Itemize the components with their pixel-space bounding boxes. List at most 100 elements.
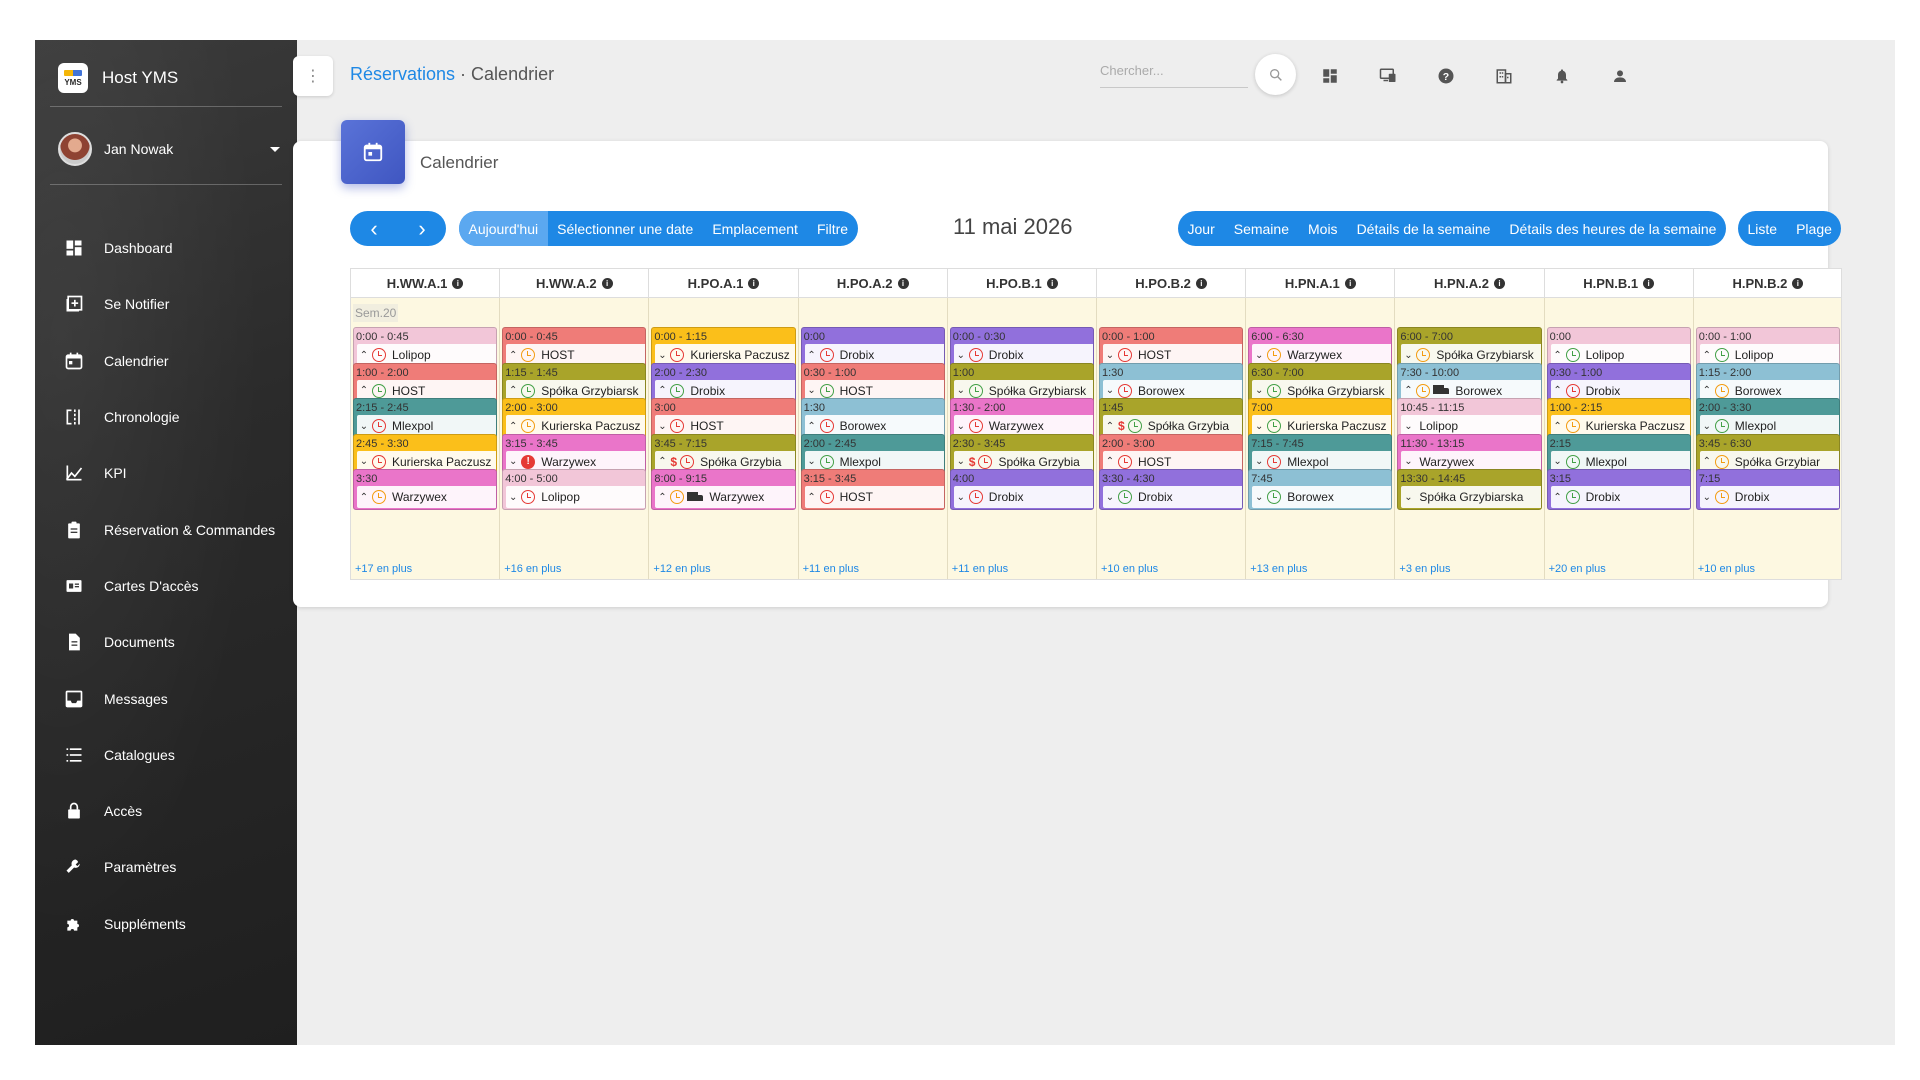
reservation-event[interactable]: 0:00 - 1:00 ⌃ Lolipop	[1695, 327, 1840, 368]
reservation-event[interactable]: 0:00 - 1:15 ⌄ Kurierska Paczusz	[651, 327, 796, 368]
prev-button[interactable]: ‹	[350, 211, 398, 246]
notifications-button[interactable]	[1548, 62, 1576, 90]
sidebar-item-clipboard[interactable]: Réservation & Commandes	[35, 501, 297, 557]
chevron-down-icon[interactable]: ⌄	[1553, 456, 1563, 467]
sidebar-item-inbox[interactable]: Messages	[35, 670, 297, 726]
reservation-event[interactable]: 7:15 ⌄ Drobix	[1695, 469, 1840, 510]
info-icon[interactable]: i	[452, 278, 464, 289]
chevron-down-icon[interactable]: ⌄	[657, 421, 667, 432]
reservation-event[interactable]: 2:15 - 2:45 ⌄ Mlexpol	[353, 398, 498, 439]
column-header[interactable]: H.PN.B.1 i	[1545, 269, 1694, 298]
more-events-link[interactable]: +10 en plus	[1101, 563, 1158, 575]
chevron-up-icon[interactable]: ⌃	[508, 350, 518, 361]
reservation-event[interactable]: 7:45 ⌄ Borowex	[1248, 469, 1393, 510]
chevron-up-icon[interactable]: ⌃	[807, 421, 817, 432]
chevron-down-icon[interactable]: ⌄	[657, 350, 667, 361]
column-header[interactable]: H.WW.A.2 i	[500, 269, 650, 298]
chevron-down-icon[interactable]: ⌄	[1254, 456, 1264, 467]
chevron-down-icon[interactable]: ⌄	[1403, 350, 1413, 361]
column-header[interactable]: H.PO.A.2 i	[799, 269, 948, 298]
mois-button[interactable]: Mois	[1299, 211, 1348, 246]
chevron-up-icon[interactable]: ⌃	[1702, 456, 1712, 467]
chevron-up-icon[interactable]: ⌃	[1553, 492, 1563, 503]
reservation-event[interactable]: 3:15 - 3:45 ⌃ HOST	[800, 469, 945, 510]
chevron-up-icon[interactable]: ⌃	[508, 421, 518, 432]
column-header[interactable]: H.PN.A.1 i	[1246, 269, 1396, 298]
info-icon[interactable]: i	[1195, 278, 1207, 289]
emplacement-button[interactable]: Emplacement	[703, 211, 808, 246]
aujourd-hui-button[interactable]: Aujourd'hui	[459, 211, 548, 246]
chevron-down-icon[interactable]: ⌄	[956, 421, 966, 432]
profile-button[interactable]	[1606, 62, 1634, 90]
search-button[interactable]	[1255, 54, 1296, 95]
reservation-event[interactable]: 0:00 - 0:30 ⌄ Drobix	[949, 327, 1094, 368]
sidebar-item-add-box[interactable]: Se Notifier	[35, 276, 297, 332]
chevron-up-icon[interactable]: ⌃	[1105, 421, 1115, 432]
dashboard-button[interactable]	[1316, 62, 1344, 90]
more-vert-button[interactable]: ⋮	[293, 56, 333, 96]
chevron-down-icon[interactable]: ⌄	[807, 385, 817, 396]
reservation-event[interactable]: 7:00 ⌄ Kurierska Paczusz	[1248, 398, 1393, 439]
reservation-event[interactable]: 6:00 - 7:00 ⌄ Spółka Grzybiarsk	[1397, 327, 1542, 368]
chevron-up-icon[interactable]: ⌃	[1702, 350, 1712, 361]
help-button[interactable]: ?	[1432, 62, 1460, 90]
chevron-down-icon[interactable]: ⌄	[359, 456, 369, 467]
reservation-event[interactable]: 4:00 ⌄ Drobix	[949, 469, 1094, 510]
reservation-event[interactable]: 1:45 ⌃ $ Spółka Grzybia	[1099, 398, 1244, 439]
details-des-heures-de-la-semaine-button[interactable]: Détails des heures de la semaine	[1500, 211, 1726, 246]
reservation-event[interactable]: 0:00 - 0:45 ⌃ HOST	[502, 327, 647, 368]
reservation-event[interactable]: 3:00 ⌄ HOST	[651, 398, 796, 439]
chevron-up-icon[interactable]: ⌃	[359, 350, 369, 361]
chevron-up-icon[interactable]: ⌃	[657, 385, 667, 396]
search-input[interactable]	[1100, 54, 1248, 88]
chevron-down-icon[interactable]: ⌄	[956, 385, 966, 396]
reservation-event[interactable]: 3:30 ⌃ Warzywex	[353, 469, 498, 510]
info-icon[interactable]: i	[1344, 278, 1356, 289]
chevron-down-icon[interactable]: ⌄	[956, 456, 966, 467]
more-events-link[interactable]: +10 en plus	[1698, 563, 1755, 575]
chevron-down-icon[interactable]: ⌄	[1702, 492, 1712, 503]
sidebar-item-wrench[interactable]: Paramètres	[35, 839, 297, 895]
chevron-up-icon[interactable]: ⌃	[1553, 385, 1563, 396]
info-icon[interactable]: i	[748, 278, 760, 289]
sidebar-item-puzzle[interactable]: Suppléments	[35, 896, 297, 952]
chevron-down-icon[interactable]: ⌄	[1403, 492, 1413, 503]
chevron-down-icon[interactable]: ⌄	[1254, 350, 1264, 361]
chevron-down-icon[interactable]: ⌄	[807, 456, 817, 467]
reservation-event[interactable]: 13:30 - 14:45 ⌄ Spółka Grzybiarska	[1397, 469, 1542, 510]
chevron-up-icon[interactable]: ⌃	[359, 492, 369, 503]
next-button[interactable]: ›	[398, 211, 446, 246]
column-header[interactable]: H.PO.B.1 i	[948, 269, 1097, 298]
more-events-link[interactable]: +20 en plus	[1549, 563, 1606, 575]
sidebar-item-timeline[interactable]: Chronologie	[35, 389, 297, 445]
chevron-down-icon[interactable]: ⌄	[359, 421, 369, 432]
reservation-event[interactable]: 10:45 - 11:15 ⌄ Lolipop	[1397, 398, 1542, 439]
reservation-event[interactable]: 1:00 - 2:15 ⌃ Kurierska Paczusz	[1546, 398, 1691, 439]
chevron-up-icon[interactable]: ⌃	[1553, 421, 1563, 432]
brand[interactable]: YMS Host YMS	[58, 62, 178, 94]
details-de-la-semaine-button[interactable]: Détails de la semaine	[1347, 211, 1500, 246]
chevron-up-icon[interactable]: ⌃	[1105, 456, 1115, 467]
more-events-link[interactable]: +12 en plus	[653, 563, 710, 575]
reservation-event[interactable]: 1:30 - 2:00 ⌄ Warzywex	[949, 398, 1094, 439]
column-header[interactable]: H.PO.A.1 i	[649, 269, 799, 298]
reservation-event[interactable]: 0:00 ⌃ Drobix	[800, 327, 945, 368]
reservation-event[interactable]: 3:15 ⌃ Drobix	[1546, 469, 1691, 510]
more-events-link[interactable]: +3 en plus	[1399, 563, 1450, 575]
chevron-down-icon[interactable]: ⌄	[1254, 385, 1264, 396]
user-menu[interactable]: Jan Nowak	[58, 132, 280, 166]
more-events-link[interactable]: +13 en plus	[1250, 563, 1307, 575]
chevron-down-icon[interactable]: ⌄	[508, 456, 518, 467]
chevron-up-icon[interactable]: ⌃	[1702, 385, 1712, 396]
column-header[interactable]: H.PN.A.2 i	[1395, 269, 1545, 298]
info-icon[interactable]: i	[897, 278, 909, 289]
reservation-event[interactable]: 8:00 - 9:15 ⌃ Warzywex	[651, 469, 796, 510]
reservation-event[interactable]: 0:00 - 1:00 ⌄ HOST	[1099, 327, 1244, 368]
chevron-up-icon[interactable]: ⌃	[359, 385, 369, 396]
sidebar-item-document[interactable]: Documents	[35, 614, 297, 670]
chevron-down-icon[interactable]: ⌄	[1403, 421, 1413, 432]
chevron-down-icon[interactable]: ⌄	[956, 350, 966, 361]
chevron-down-icon[interactable]: ⌄	[1105, 492, 1115, 503]
chevron-up-icon[interactable]: ⌃	[657, 456, 667, 467]
reservation-event[interactable]: 0:00 - 0:45 ⌃ Lolipop	[353, 327, 498, 368]
